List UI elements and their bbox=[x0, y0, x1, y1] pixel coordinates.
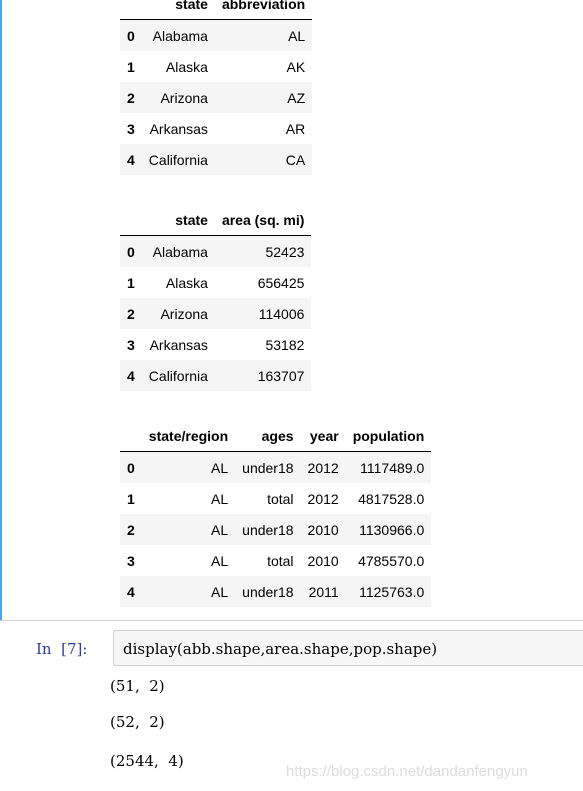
table-cell: Arkansas bbox=[149, 336, 208, 353]
table-cell: total bbox=[267, 490, 294, 507]
row-index: 0 bbox=[127, 27, 135, 44]
table-row: 0 Alabama 52423 bbox=[120, 235, 312, 267]
row-index: 2 bbox=[127, 89, 135, 106]
row-index: 1 bbox=[127, 274, 135, 291]
table-cell: Alaska bbox=[165, 58, 208, 75]
table-cell: 1130966.0 bbox=[359, 521, 425, 538]
column-header: population bbox=[345, 421, 432, 452]
table-row: 4 California 163707 bbox=[120, 360, 312, 391]
row-index: 1 bbox=[127, 490, 135, 507]
table-cell: Arizona bbox=[160, 305, 208, 322]
column-header: abbreviation bbox=[214, 0, 313, 20]
table-row: 3 Arkansas 53182 bbox=[120, 329, 311, 360]
header-row: state area (sq. mi) bbox=[120, 205, 312, 236]
selected-cell-indicator bbox=[0, 0, 2, 620]
table-cell: 4817528.0 bbox=[358, 490, 425, 507]
table-cell: 53182 bbox=[265, 336, 305, 353]
table-cell: 163707 bbox=[257, 367, 305, 384]
table-cell: 2012 bbox=[307, 490, 339, 507]
row-index: 4 bbox=[127, 583, 135, 600]
cell-separator bbox=[0, 620, 583, 621]
table-row: 1 Alaska 656425 bbox=[120, 267, 311, 298]
table-cell: California bbox=[148, 151, 208, 168]
table-cell: Alabama bbox=[152, 243, 208, 260]
row-index: 2 bbox=[127, 305, 135, 322]
table-cell: AZ bbox=[287, 89, 306, 106]
table-cell: 2012 bbox=[307, 459, 339, 476]
row-index: 2 bbox=[127, 521, 135, 538]
column-header bbox=[120, 205, 142, 236]
table-row: 2 Arizona AZ bbox=[120, 82, 313, 113]
table-cell: AL bbox=[211, 521, 229, 538]
table-cell: 2010 bbox=[307, 552, 339, 569]
code-input[interactable]: display(abb.shape,area.shape,pop.shape) bbox=[113, 630, 583, 666]
table-row: 1 AL total 2012 4817528.0 bbox=[120, 483, 431, 514]
table-row: 4 California CA bbox=[120, 144, 313, 175]
table-row: 2 AL under18 2010 1130966.0 bbox=[120, 514, 432, 545]
table-row: 4 AL under18 2011 1125763.0 bbox=[120, 576, 432, 607]
output-line: (51, 2) bbox=[110, 677, 165, 695]
table-cell: total bbox=[267, 552, 294, 569]
table-cell: 114006 bbox=[258, 305, 305, 322]
table-cell: under18 bbox=[242, 521, 294, 538]
table-cell: Arizona bbox=[160, 89, 208, 106]
table-row: 1 Alaska AK bbox=[120, 51, 312, 82]
output-line: (2544, 4) bbox=[110, 752, 184, 770]
table-cell: AL bbox=[211, 459, 229, 476]
row-index: 3 bbox=[127, 336, 135, 353]
column-header: area (sq. mi) bbox=[214, 205, 312, 236]
table-row: 3 AL total 2010 4785570.0 bbox=[120, 545, 431, 576]
header-row: state abbreviation bbox=[120, 0, 313, 20]
table-cell: under18 bbox=[242, 459, 294, 476]
table-cell: 52423 bbox=[265, 243, 305, 260]
table-cell: under18 bbox=[242, 583, 294, 600]
table-cell: Arkansas bbox=[149, 120, 208, 137]
table-cell: AL bbox=[211, 583, 229, 600]
table-cell: AL bbox=[211, 490, 229, 507]
header-row: state/region ages year population bbox=[120, 421, 432, 452]
row-index: 3 bbox=[127, 552, 135, 569]
row-index: 4 bbox=[127, 367, 135, 384]
table-row: 3 Arkansas AR bbox=[120, 113, 312, 144]
table-cell: AK bbox=[286, 58, 306, 75]
table-row: 0 Alabama AL bbox=[120, 19, 313, 51]
output-line: (52, 2) bbox=[110, 713, 165, 731]
watermark: https://blog.csdn.net/dandanfengyun bbox=[286, 763, 528, 780]
table-cell: 656425 bbox=[257, 274, 305, 291]
table-cell: AR bbox=[285, 120, 306, 137]
dataframe-area: state area (sq. mi) 0 Alabama 52423 1 Alaska 65… bbox=[120, 205, 312, 391]
table-cell: Alaska bbox=[165, 274, 208, 291]
input-prompt: In [7]: bbox=[36, 640, 88, 658]
table-cell: 1117489.0 bbox=[360, 459, 425, 476]
table-cell: 1125763.0 bbox=[359, 583, 425, 600]
column-header bbox=[120, 421, 142, 452]
dataframe-abb: state abbreviation 0 Alabama AL 1 Alaska AK 2 Ari… bbox=[120, 0, 313, 175]
code-text[interactable]: display(abb.shape,area.shape,pop.shape) bbox=[123, 640, 437, 658]
table-cell: 2010 bbox=[307, 521, 339, 538]
table-cell: California bbox=[148, 367, 208, 384]
table-cell: 2011 bbox=[308, 583, 339, 600]
dataframe-pop: state/region ages year population 0 AL under18… bbox=[120, 421, 432, 607]
table-cell: Alabama bbox=[152, 27, 208, 44]
column-header: year bbox=[300, 421, 346, 452]
row-index: 1 bbox=[127, 58, 135, 75]
table-cell: CA bbox=[285, 151, 306, 168]
row-index: 0 bbox=[127, 459, 135, 476]
column-header: ages bbox=[235, 421, 301, 452]
column-header bbox=[120, 0, 142, 20]
column-header: state/region bbox=[141, 421, 236, 452]
table-row: 0 AL under18 2012 1117489.0 bbox=[120, 451, 432, 483]
column-header: state bbox=[141, 0, 215, 20]
row-index: 0 bbox=[127, 243, 135, 260]
table-cell: AL bbox=[211, 552, 229, 569]
column-header: state bbox=[141, 205, 215, 236]
table-cell: 4785570.0 bbox=[358, 552, 425, 569]
row-index: 4 bbox=[127, 151, 135, 168]
table-cell: AL bbox=[288, 27, 306, 44]
row-index: 3 bbox=[127, 120, 135, 137]
table-row: 2 Arizona 114006 bbox=[120, 298, 312, 329]
